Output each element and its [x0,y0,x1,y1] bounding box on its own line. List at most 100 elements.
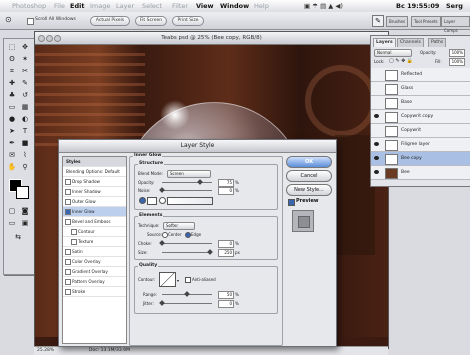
menu-window[interactable]: Window [220,2,249,10]
styles-list-item[interactable]: Texture [63,237,126,247]
anti-aliased-checkbox[interactable] [185,277,191,283]
range-input[interactable]: 50 [218,291,234,299]
opacity-input[interactable]: 100% [449,49,465,57]
fit-screen-button[interactable]: Fit Screen [135,16,167,26]
layer-row[interactable]: Glass [371,82,470,96]
styles-list-item[interactable]: Satin [63,247,126,257]
layer-visibility-eye-icon[interactable] [374,114,379,118]
menu-layer[interactable]: Layer [116,2,134,10]
zoom-window-icon[interactable] [54,35,61,42]
layer-visibility-eye-icon[interactable] [374,156,379,160]
dodge-tool-icon[interactable]: ◐ [20,115,30,124]
styles-list-item[interactable]: Blending Options: Default [63,167,126,177]
clone-stamp-tool-icon[interactable]: ♣ [7,91,17,100]
style-checkbox[interactable] [65,259,71,265]
gradient-radio[interactable] [159,197,166,204]
styles-list-item[interactable]: Inner Shadow [63,187,126,197]
style-checkbox[interactable] [65,199,71,205]
glow-gradient-swatch[interactable] [167,197,213,205]
style-checkbox[interactable] [65,189,71,195]
styles-list-item[interactable]: Pattern Overlay [63,277,126,287]
styles-list-item[interactable]: Styles [63,157,126,167]
eraser-tool-icon[interactable]: ▭ [7,103,17,112]
move-tool-icon[interactable]: ✥ [20,43,30,52]
palette-well-tab-brushes[interactable]: Brushes [386,16,409,27]
styles-list-item[interactable]: Bevel and Emboss [63,217,126,227]
shape-tool-icon[interactable]: ■ [20,139,30,148]
styles-list-item[interactable]: Outer Glow [63,197,126,207]
notes-tool-icon[interactable]: ✉ [7,151,17,160]
history-brush-tool-icon[interactable]: ↺ [20,91,30,100]
style-checkbox[interactable] [71,229,77,235]
tab-layers[interactable]: Layers [373,38,396,47]
file-browser-icon[interactable]: ✎ [372,15,384,27]
scroll-all-windows-checkbox[interactable] [27,18,34,25]
minimize-window-icon[interactable] [46,35,53,42]
contour-picker[interactable] [159,272,176,287]
styles-list-item-selected[interactable]: Inner Glow [63,207,126,217]
styles-list-item[interactable]: Color Overlay [63,257,126,267]
palette-well-tab-tool-presets[interactable]: Tool Presets [411,16,441,27]
color-radio[interactable] [139,197,146,204]
path-selection-tool-icon[interactable]: ➤ [7,127,17,136]
fill-input[interactable]: 100% [449,58,465,66]
standard-mode-icon[interactable]: ▢ [7,207,17,216]
lasso-tool-icon[interactable]: ʘ [7,55,17,64]
menu-help[interactable]: Help [254,2,269,10]
lock-icons[interactable]: ▢ ✎ ✥ 🔒 [389,58,413,64]
brush-tool-icon[interactable]: ✎ [20,79,30,88]
print-size-button[interactable]: Print Size [172,16,204,26]
glow-color-swatch[interactable] [147,197,157,205]
cancel-button[interactable]: Cancel [286,170,332,182]
blend-mode-select[interactable]: Screen [167,170,211,178]
menu-file[interactable]: File [54,2,65,10]
styles-list-item[interactable]: Drop Shadow [63,177,126,187]
menu-filter[interactable]: Filter [172,2,188,10]
quick-mask-mode-icon[interactable]: ◙ [20,207,30,216]
style-checkbox[interactable] [65,209,71,215]
magic-wand-tool-icon[interactable]: ✶ [20,55,30,64]
layer-blend-mode-select[interactable]: Normal [374,49,412,57]
actual-pixels-button[interactable]: Actual Pixels [90,16,130,26]
layer-row[interactable]: Filigree layer [371,138,470,152]
menu-edit[interactable]: Edit [70,2,84,10]
screen-mode-standard-icon[interactable]: ▭ [7,219,17,228]
jitter-input[interactable]: 0 [218,300,234,308]
blur-tool-icon[interactable]: ● [7,115,17,124]
style-checkbox[interactable] [65,219,71,225]
styles-list-item[interactable]: Stroke [63,287,126,297]
healing-brush-tool-icon[interactable]: ✚ [7,79,17,88]
zoom-tool-icon[interactable]: ⊙ [5,15,12,24]
menu-photoshop[interactable]: Photoshop [12,2,46,10]
new-style-button[interactable]: New Style... [286,184,332,196]
opacity-slider[interactable] [162,182,212,183]
gradient-tool-icon[interactable]: ▦ [20,103,30,112]
layer-row[interactable]: Base [371,96,470,110]
style-checkbox[interactable] [65,249,71,255]
close-window-icon[interactable] [38,35,45,42]
layer-row-selected[interactable]: Bee copy [371,152,470,166]
slice-tool-icon[interactable]: ✂ [20,67,30,76]
marquee-tool-icon[interactable]: ⬚ [7,43,17,52]
choke-slider[interactable] [162,243,212,244]
crop-tool-icon[interactable]: ⌗ [7,67,17,76]
zoom-tool-icon[interactable]: ⚲ [20,163,30,172]
jitter-slider[interactable] [162,303,212,304]
menubar-user[interactable]: Serg [446,2,463,10]
screen-mode-full-icon[interactable]: ▣ [20,219,30,228]
opacity-input[interactable]: 75 [218,179,234,187]
ok-button[interactable]: OK [286,156,332,168]
technique-select[interactable]: Softer [163,222,195,230]
background-color-swatch[interactable] [16,186,29,199]
pen-tool-icon[interactable]: ✒ [7,139,17,148]
layer-row[interactable]: Bee [371,166,470,180]
layer-row[interactable]: Copywrit [371,124,470,138]
style-checkbox[interactable] [65,279,71,285]
choke-input[interactable]: 0 [218,240,234,248]
noise-input[interactable]: 0 [218,187,234,195]
style-checkbox[interactable] [65,269,71,275]
styles-list-item[interactable]: Contour [63,227,126,237]
chevron-down-icon[interactable]: ▾ [177,278,179,283]
layer-visibility-eye-icon[interactable] [374,170,379,174]
tab-paths[interactable]: Paths [428,38,447,47]
